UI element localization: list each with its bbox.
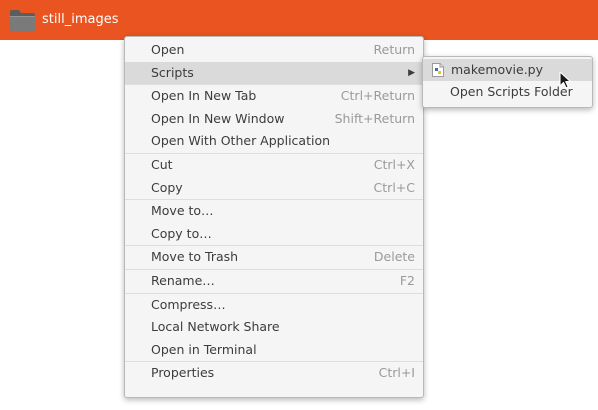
menu-item-label: Open in Terminal <box>151 341 257 357</box>
menu-item-open-with-other-application[interactable]: Open With Other Application <box>125 130 423 153</box>
menu-item-accelerator: Shift+Return <box>334 110 415 126</box>
menu-item-move-to[interactable]: Move to… <box>125 200 423 223</box>
menu-item-accelerator: Ctrl+X <box>373 156 415 172</box>
python-script-icon <box>432 63 444 77</box>
menu-item-accelerator: Ctrl+Return <box>340 88 415 104</box>
menu-item-label: Copy <box>151 179 183 195</box>
menu-item-open-in-new-window[interactable]: Open In New Window Shift+Return <box>125 108 423 131</box>
menu-item-label: Open In New Tab <box>151 88 257 104</box>
menu-item-open[interactable]: Open Return <box>125 39 423 62</box>
menu-item-open-in-new-tab[interactable]: Open In New Tab Ctrl+Return <box>125 85 423 108</box>
file-manager-view: still_images Open Return Scripts ▶ Open … <box>0 0 598 410</box>
folder-icon <box>10 10 35 31</box>
menu-item-label: Move to Trash <box>151 249 239 265</box>
menu-item-label: Scripts <box>151 64 194 80</box>
menu-item-label: Compress… <box>151 296 226 312</box>
menu-item-label: Cut <box>151 156 173 172</box>
menu-item-rename[interactable]: Rename… F2 <box>125 270 423 293</box>
menu-item-accelerator: Delete <box>373 249 415 265</box>
menu-item-accelerator: Ctrl+I <box>378 365 415 381</box>
menu-item-scripts[interactable]: Scripts ▶ <box>125 61 423 85</box>
submenu-item-label: Open Scripts Folder <box>450 84 573 99</box>
file-name-label: still_images <box>42 12 119 27</box>
menu-item-label: Move to… <box>151 203 214 219</box>
menu-item-label: Rename… <box>151 272 215 288</box>
menu-item-label: Local Network Share <box>151 319 280 335</box>
menu-item-properties[interactable]: Properties Ctrl+I <box>125 362 423 385</box>
menu-item-accelerator: F2 <box>399 272 415 288</box>
context-menu: Open Return Scripts ▶ Open In New Tab Ct… <box>124 36 424 398</box>
menu-item-compress[interactable]: Compress… <box>125 294 423 317</box>
menu-item-label: Open With Other Application <box>151 133 331 149</box>
menu-item-open-in-terminal[interactable]: Open in Terminal <box>125 339 423 362</box>
menu-item-accelerator: Return <box>373 42 415 57</box>
selected-file-row[interactable]: still_images <box>0 0 598 40</box>
menu-item-label: Properties <box>151 365 215 381</box>
menu-item-copy[interactable]: Copy Ctrl+C <box>125 177 423 200</box>
menu-item-copy-to[interactable]: Copy to… <box>125 223 423 246</box>
menu-item-local-network-share[interactable]: Local Network Share <box>125 316 423 339</box>
menu-item-cut[interactable]: Cut Ctrl+X <box>125 154 423 177</box>
menu-item-label: Copy to… <box>151 225 212 241</box>
submenu-arrow-icon: ▶ <box>408 67 415 78</box>
menu-item-accelerator: Ctrl+C <box>373 179 415 195</box>
submenu-item-label: makemovie.py <box>451 62 544 77</box>
mouse-pointer-icon <box>559 71 572 89</box>
menu-item-label: Open <box>151 42 185 57</box>
menu-item-label: Open In New Window <box>151 110 285 126</box>
menu-item-move-to-trash[interactable]: Move to Trash Delete <box>125 246 423 269</box>
